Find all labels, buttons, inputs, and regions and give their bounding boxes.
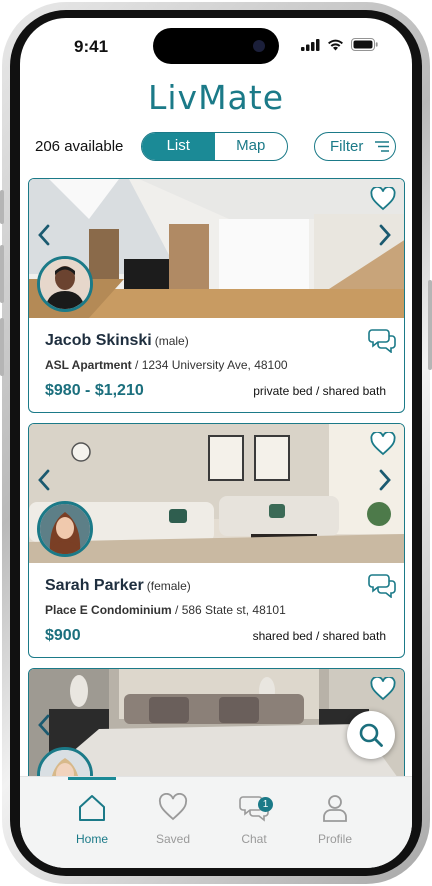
building-name: ASL Apartment: [45, 358, 132, 372]
host-gender: (male): [154, 334, 189, 348]
side-button: [0, 245, 4, 303]
listing-address: Place E Condominium / 586 State st, 4810…: [45, 603, 286, 617]
profile-icon: [323, 795, 347, 822]
chevron-left-icon[interactable]: [37, 224, 51, 246]
room-type: private bed / shared bath: [253, 384, 386, 398]
message-icon[interactable]: [368, 327, 396, 353]
search-button[interactable]: [347, 711, 395, 759]
host-gender: (female): [146, 579, 191, 593]
tab-home[interactable]: Home: [52, 793, 132, 846]
screen: 9:41 LivMate 206 available List Map Filt…: [20, 18, 412, 868]
chevron-left-icon[interactable]: [37, 469, 51, 491]
message-icon[interactable]: [368, 572, 396, 598]
chevron-right-icon[interactable]: [378, 224, 392, 246]
map-view-button[interactable]: Map: [215, 133, 288, 160]
available-count: 206 available: [35, 138, 124, 155]
filter-icon: [375, 141, 390, 152]
tab-saved[interactable]: Saved: [133, 792, 213, 846]
view-toggle: List Map: [141, 132, 288, 161]
listing-card[interactable]: Jacob Skinski (male) ASL Apartment / 1234…: [28, 178, 405, 413]
heart-icon: [158, 792, 188, 821]
street-address: / 586 State st, 48101: [171, 603, 286, 617]
room-type: shared bed / shared bath: [252, 629, 386, 643]
battery-icon: [351, 38, 378, 51]
side-button: [0, 190, 4, 224]
listing-card[interactable]: Sarah Parker (female) Place E Condominium…: [28, 423, 405, 658]
tab-home-label: Home: [75, 832, 108, 846]
host-name: Jacob Skinski (male): [45, 332, 189, 349]
avatar[interactable]: [37, 256, 93, 312]
tab-saved-label: Saved: [155, 832, 191, 846]
signal-icon: [301, 38, 320, 51]
wifi-icon: [328, 39, 343, 50]
listing-price: $980 - $1,210: [45, 382, 144, 399]
status-time: 9:41: [74, 37, 109, 56]
listing-address: ASL Apartment / 1234 University Ave, 481…: [45, 358, 288, 372]
tab-profile-label: Profile: [317, 832, 352, 846]
listing-price: $900: [45, 627, 81, 644]
street-address: / 1234 University Ave, 48100: [131, 358, 288, 372]
avatar[interactable]: [37, 501, 93, 557]
tab-chat-label: Chat: [241, 832, 267, 846]
home-icon: [79, 795, 105, 821]
status-bar: 9:41: [20, 18, 412, 72]
save-heart-icon[interactable]: [370, 432, 396, 456]
host-name: Sarah Parker (female): [45, 577, 191, 594]
tab-chat[interactable]: 1 Chat: [214, 793, 294, 846]
dynamic-island: [153, 28, 279, 64]
chevron-right-icon[interactable]: [378, 469, 392, 491]
active-tab-indicator: [68, 777, 116, 780]
filter-button[interactable]: Filter: [314, 132, 396, 161]
filter-label: Filter: [330, 138, 364, 155]
chat-badge: 1: [258, 797, 273, 812]
status-icons: [301, 38, 378, 51]
list-view-button[interactable]: List: [142, 133, 215, 160]
side-button: [0, 318, 4, 376]
host-photo: [40, 504, 90, 554]
chevron-left-icon[interactable]: [37, 714, 51, 736]
app-logo: LivMate: [147, 78, 285, 117]
bottom-nav: Home Saved 1 Chat Profile: [20, 776, 412, 868]
host-photo: [40, 259, 90, 309]
side-button: [428, 280, 432, 370]
building-name: Place E Condominium: [45, 603, 172, 617]
tab-profile[interactable]: Profile: [295, 793, 375, 846]
search-icon: [359, 723, 383, 747]
save-heart-icon[interactable]: [370, 677, 396, 701]
save-heart-icon[interactable]: [370, 187, 396, 211]
